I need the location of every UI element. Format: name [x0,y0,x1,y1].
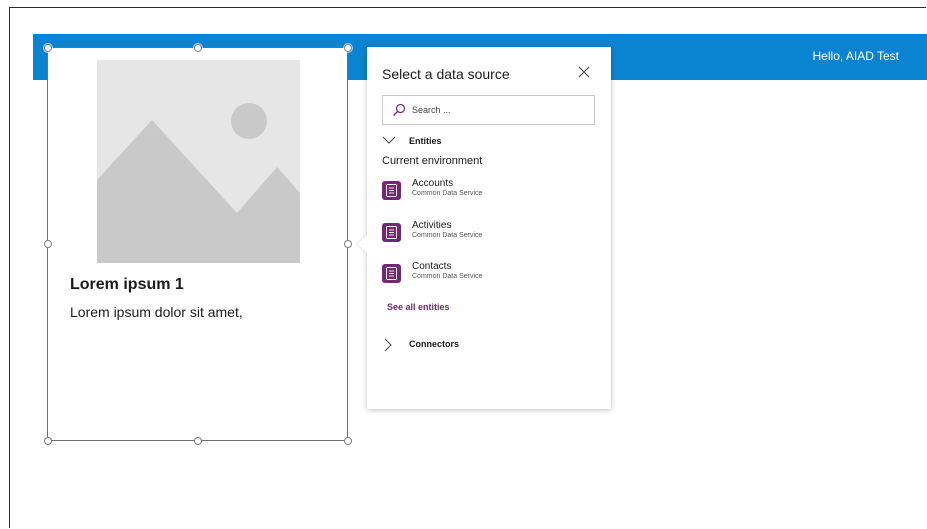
card-title: Lorem ipsum 1 [70,276,184,293]
resize-handle-top-center[interactable] [194,44,202,52]
resize-handle-bottom-center[interactable] [194,437,202,445]
flyout-title: Select a data source [382,66,510,82]
chevron-down-icon [382,135,396,147]
see-all-entities-link[interactable]: See all entities [387,302,450,312]
entity-name: Accounts [412,178,454,189]
entity-table-icon [382,181,401,200]
entity-item-activities[interactable]: Activities Common Data Service [382,220,592,244]
entity-table-icon [382,223,401,242]
gallery-card-selected[interactable]: Lorem ipsum 1 Lorem ipsum dolor sit amet… [47,47,348,441]
resize-handle-middle-right[interactable] [344,240,352,248]
data-source-flyout: Select a data source Entities Current en… [357,47,611,409]
resize-handle-top-left[interactable] [44,44,52,52]
resize-handle-bottom-right[interactable] [344,437,352,445]
connectors-section-toggle[interactable]: Connectors [382,338,502,352]
resize-handle-middle-left[interactable] [44,240,52,248]
image-placeholder-icon [97,60,300,263]
search-icon [392,103,406,117]
entity-name: Contacts [412,261,452,272]
entities-section-label: Entities [409,136,442,146]
entity-service: Common Data Service [412,232,483,239]
resize-handle-bottom-left[interactable] [44,437,52,445]
search-box[interactable] [382,95,595,125]
entity-table-icon [382,264,401,283]
chevron-right-icon [382,338,392,354]
environment-label: Current environment [382,155,483,167]
resize-handle-top-right[interactable] [344,44,352,52]
connectors-section-label: Connectors [409,339,460,349]
entity-item-accounts[interactable]: Accounts Common Data Service [382,178,592,202]
entity-service: Common Data Service [412,273,483,280]
search-input[interactable] [412,101,587,119]
close-icon[interactable] [577,65,591,79]
entity-item-contacts[interactable]: Contacts Common Data Service [382,261,592,285]
user-greeting: Hello, AIAD Test [812,49,899,63]
entity-service: Common Data Service [412,190,483,197]
entity-name: Activities [412,220,452,231]
card-subtitle: Lorem ipsum dolor sit amet, [70,304,243,320]
entities-section-toggle[interactable]: Entities [382,135,502,149]
